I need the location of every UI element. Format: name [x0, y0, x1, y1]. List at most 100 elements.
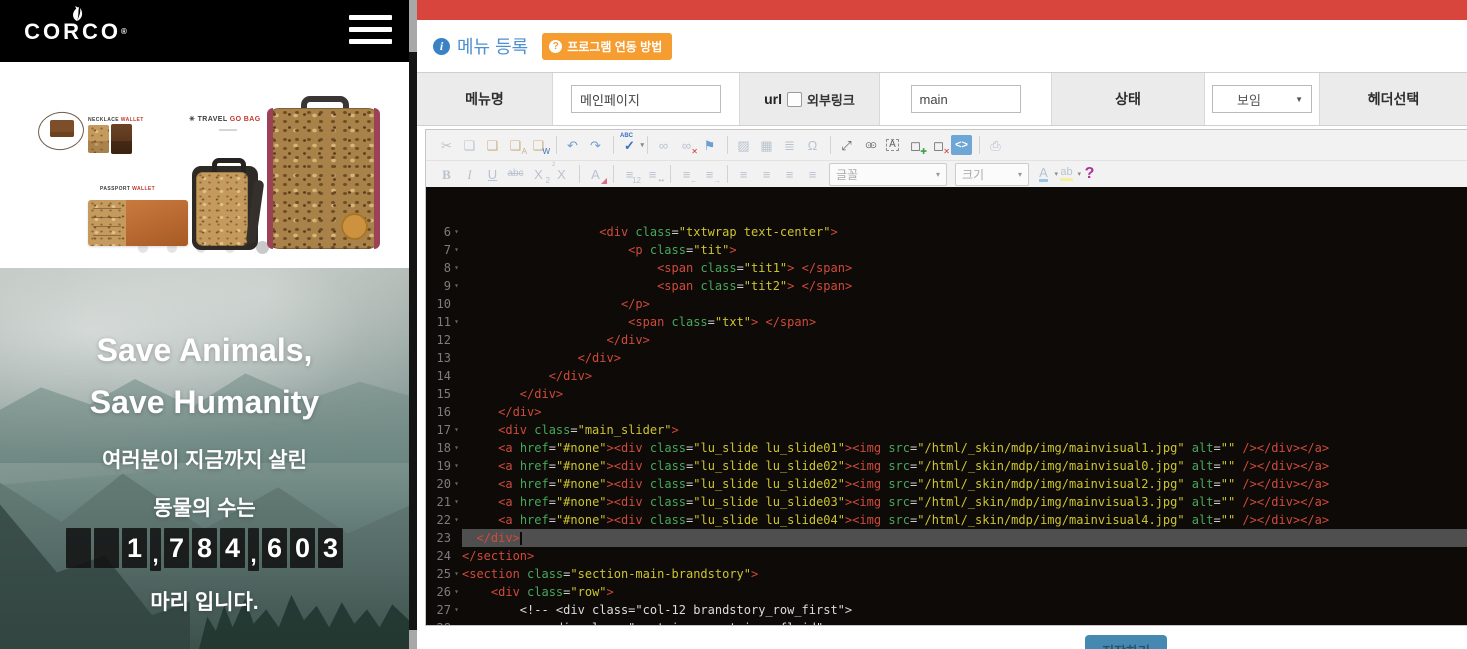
status-select[interactable]: 보임 ▼ — [1212, 85, 1312, 113]
fold-arrow-icon[interactable]: ▾ — [451, 457, 462, 475]
font-size-dropdown[interactable]: 크기▾ — [955, 163, 1029, 186]
fold-arrow-icon[interactable]: ▾ — [451, 313, 462, 331]
code-line-27[interactable]: 27▾ <!-- <div class="col-12 brandstory_r… — [426, 601, 1467, 619]
separator[interactable] — [727, 136, 728, 154]
code-line-19[interactable]: 19▾ <a href="#none"><div class="lu_slide… — [426, 457, 1467, 475]
bold-icon[interactable]: B — [436, 164, 457, 184]
unlink-icon[interactable]: ∞✕ — [676, 135, 697, 155]
align-center-icon[interactable]: ≡ — [756, 164, 777, 184]
code-line-26[interactable]: 26▾ <div class="row"> — [426, 583, 1467, 601]
fold-arrow-icon[interactable]: ▾ — [451, 421, 462, 439]
code-line-11[interactable]: 11▾ <span class="txt"> </span> — [426, 313, 1467, 331]
fold-arrow-icon[interactable]: ▾ — [451, 511, 462, 529]
source-code-icon[interactable]: <> — [951, 135, 972, 155]
fold-arrow-icon[interactable]: ▾ — [451, 259, 462, 277]
comment-remove-icon[interactable]: ◻✕ — [928, 135, 949, 155]
underline-icon[interactable]: U — [482, 164, 503, 184]
menu-name-input[interactable] — [571, 85, 721, 113]
select-all-icon[interactable]: A — [882, 135, 903, 155]
fullscreen-icon[interactable]: ⤢ — [836, 135, 857, 155]
url-input[interactable] — [911, 85, 1021, 113]
separator[interactable] — [830, 136, 831, 154]
anchor-icon[interactable]: ⚑ — [699, 135, 720, 155]
image-icon[interactable]: ▨ — [733, 135, 754, 155]
code-line-24[interactable]: 24</section> — [426, 547, 1467, 565]
code-line-10[interactable]: 10 </p> — [426, 295, 1467, 313]
fold-arrow-icon[interactable]: ▾ — [451, 565, 462, 583]
highlight-color-icon[interactable]: ab▾ — [1056, 164, 1077, 184]
separator[interactable] — [556, 136, 557, 154]
fold-arrow-icon[interactable]: ▾ — [451, 439, 462, 457]
print-icon[interactable]: ⎙ — [985, 135, 1006, 155]
align-justify-icon[interactable]: ≡ — [802, 164, 823, 184]
paste-as-text-icon[interactable]: ❑A — [505, 135, 526, 155]
fold-arrow-icon[interactable]: ▾ — [451, 223, 462, 241]
remove-format-icon[interactable]: A◢ — [585, 164, 606, 184]
special-char-icon[interactable]: Ω — [802, 135, 823, 155]
font-family-dropdown[interactable]: 글꼴▾ — [829, 163, 947, 186]
code-line-16[interactable]: 16 </div> — [426, 403, 1467, 421]
undo-icon[interactable]: ↶ — [562, 135, 583, 155]
font-color-icon[interactable]: A▾ — [1033, 164, 1054, 184]
indent-icon[interactable]: ≡→ — [699, 164, 720, 184]
code-line-28[interactable]: 28 <div class="container container-fluid… — [426, 619, 1467, 625]
help-icon[interactable]: ? — [1079, 164, 1100, 184]
separator[interactable] — [647, 136, 648, 154]
scrollbar-thumb[interactable] — [409, 52, 417, 630]
code-line-15[interactable]: 15 </div> — [426, 385, 1467, 403]
fold-arrow-icon[interactable]: ▾ — [451, 475, 462, 493]
outdent-icon[interactable]: ≡← — [676, 164, 697, 184]
ordered-list-icon[interactable]: ≡12 — [619, 164, 640, 184]
paste-icon[interactable]: ❑ — [482, 135, 503, 155]
code-line-23[interactable]: 23 </div> — [426, 529, 1467, 547]
hamburger-menu-icon[interactable] — [349, 15, 392, 46]
external-link-checkbox[interactable] — [787, 92, 802, 107]
code-line-6[interactable]: 6▾ <div class="txtwrap text-center"> — [426, 223, 1467, 241]
subscript-icon[interactable]: X2 — [528, 164, 549, 184]
superscript-icon[interactable]: 2X — [551, 164, 572, 184]
code-line-20[interactable]: 20▾ <a href="#none"><div class="lu_slide… — [426, 475, 1467, 493]
spellcheck-icon[interactable]: ABC✓▾ — [619, 135, 640, 155]
unordered-list-icon[interactable]: ≡•• — [642, 164, 663, 184]
separator[interactable] — [670, 165, 671, 183]
fold-arrow-icon[interactable]: ▾ — [451, 241, 462, 259]
code-line-18[interactable]: 18▾ <a href="#none"><div class="lu_slide… — [426, 439, 1467, 457]
source-code-editor[interactable]: 6▾ <div class="txtwrap text-center">7▾ <… — [426, 187, 1467, 625]
code-line-14[interactable]: 14 </div> — [426, 367, 1467, 385]
code-line-22[interactable]: 22▾ <a href="#none"><div class="lu_slide… — [426, 511, 1467, 529]
code-line-25[interactable]: 25▾<section class="section-main-brandsto… — [426, 565, 1467, 583]
product-slider[interactable]: NECKLACE WALLET ✳ TRAVEL GO BAG PASSPORT… — [0, 62, 409, 268]
cut-icon[interactable]: ✂ — [436, 135, 457, 155]
paste-from-word-icon[interactable]: ❑W — [528, 135, 549, 155]
find-replace-icon[interactable]: ⊙⊙ — [859, 135, 880, 155]
corco-logo[interactable]: CORCO® — [22, 4, 132, 44]
align-left-icon[interactable]: ≡ — [733, 164, 754, 184]
strikethrough-icon[interactable]: abc — [505, 164, 526, 184]
separator[interactable] — [979, 136, 980, 154]
fold-arrow-icon[interactable]: ▾ — [451, 583, 462, 601]
preview-scrollbar[interactable] — [409, 0, 417, 649]
program-link-help-button[interactable]: ? 프로그램 연동 방법 — [542, 33, 672, 60]
fold-arrow-icon[interactable]: ▾ — [451, 601, 462, 619]
code-line-9[interactable]: 9▾ <span class="tit2"> </span> — [426, 277, 1467, 295]
italic-icon[interactable]: I — [459, 164, 480, 184]
separator[interactable] — [613, 165, 614, 183]
code-line-21[interactable]: 21▾ <a href="#none"><div class="lu_slide… — [426, 493, 1467, 511]
copy-icon[interactable]: ❏ — [459, 135, 480, 155]
comment-add-icon[interactable]: ◻✚ — [905, 135, 926, 155]
align-right-icon[interactable]: ≡ — [779, 164, 800, 184]
code-line-13[interactable]: 13 </div> — [426, 349, 1467, 367]
link-icon[interactable]: ∞ — [653, 135, 674, 155]
separator[interactable] — [613, 136, 614, 154]
code-line-8[interactable]: 8▾ <span class="tit1"> </span> — [426, 259, 1467, 277]
separator[interactable] — [727, 165, 728, 183]
table-icon[interactable]: ▦ — [756, 135, 777, 155]
code-line-7[interactable]: 7▾ <p class="tit"> — [426, 241, 1467, 259]
fold-arrow-icon[interactable]: ▾ — [451, 277, 462, 295]
save-button[interactable]: 저장하기 — [1085, 635, 1167, 649]
code-line-12[interactable]: 12 </div> — [426, 331, 1467, 349]
fold-arrow-icon[interactable]: ▾ — [451, 493, 462, 511]
separator[interactable] — [579, 165, 580, 183]
horizontal-rule-icon[interactable]: ≣ — [779, 135, 800, 155]
code-line-17[interactable]: 17▾ <div class="main_slider"> — [426, 421, 1467, 439]
